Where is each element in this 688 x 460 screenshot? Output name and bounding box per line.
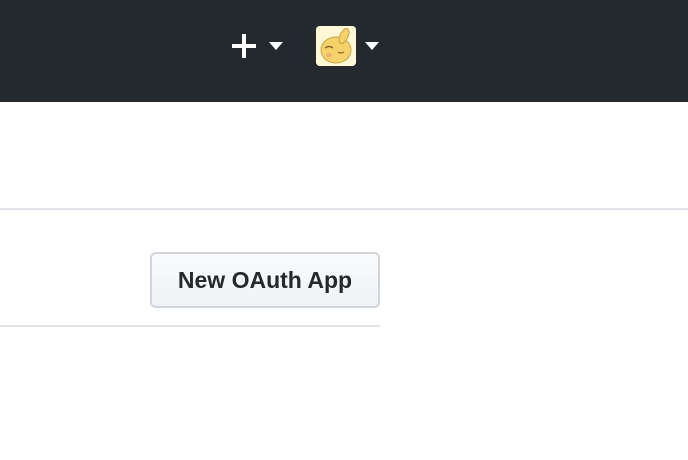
new-oauth-app-button[interactable]: New OAuth App bbox=[150, 252, 380, 308]
user-avatar-icon bbox=[316, 26, 356, 66]
plus-icon bbox=[232, 34, 256, 58]
section-divider bbox=[0, 208, 688, 210]
avatar bbox=[316, 26, 356, 66]
caret-down-icon bbox=[269, 42, 283, 50]
caret-down-icon bbox=[365, 42, 379, 50]
create-new-dropdown-button[interactable] bbox=[228, 30, 290, 62]
user-menu-dropdown-button[interactable] bbox=[314, 24, 386, 68]
list-divider bbox=[0, 325, 380, 327]
top-header-bar bbox=[0, 0, 688, 102]
